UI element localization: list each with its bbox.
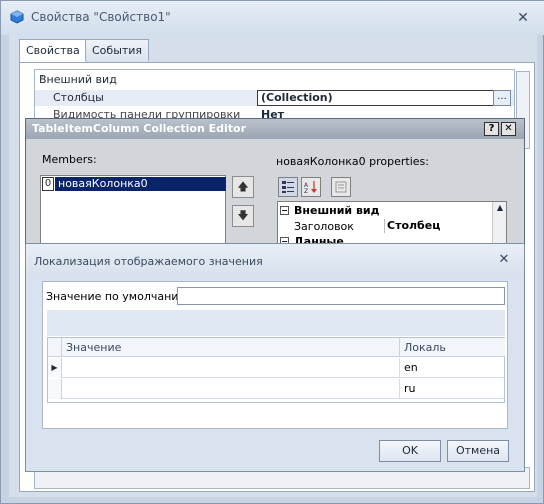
- localization-dialog: Локализация отображаемого значения ✕ Зна…: [25, 243, 525, 472]
- category-row[interactable]: Внешний вид ⌃: [35, 72, 514, 88]
- members-label: Members:: [42, 153, 97, 166]
- cancel-button[interactable]: Отмена: [447, 440, 509, 462]
- categorized-button[interactable]: [278, 177, 298, 197]
- help-button[interactable]: ?: [484, 122, 499, 136]
- locale-cell: en: [404, 361, 418, 374]
- property-pages-icon: [335, 181, 347, 193]
- alphabetical-button[interactable]: A Z: [301, 177, 321, 197]
- row-selector-header: [48, 338, 62, 357]
- collapse-icon[interactable]: −: [280, 206, 289, 215]
- default-value-input[interactable]: [177, 287, 505, 305]
- property-value[interactable]: (Collection): [257, 90, 494, 106]
- list-item[interactable]: 0 новаяКолонка0: [42, 177, 226, 191]
- cube-icon: [10, 10, 24, 24]
- scroll-up-icon[interactable]: ▲: [493, 202, 507, 214]
- column-header-locale[interactable]: Локаль: [400, 338, 505, 357]
- category-label: Внешний вид: [39, 73, 117, 86]
- property-label: Заголовок: [294, 220, 354, 233]
- row-selector: [48, 379, 62, 399]
- svg-text:Z: Z: [304, 188, 308, 194]
- collection-editor-titlebar: TableItemColumn Collection Editor ? ✕: [26, 119, 524, 139]
- properties-label: новаяКолонка0 properties:: [276, 155, 429, 168]
- window-close-button[interactable]: ✕: [515, 10, 531, 26]
- ok-button[interactable]: OK: [379, 440, 441, 462]
- member-index: 0: [42, 177, 54, 191]
- arrow-up-icon: 🡅: [237, 180, 249, 193]
- close-icon[interactable]: ✕: [497, 253, 511, 267]
- value-cell[interactable]: [62, 379, 400, 399]
- localization-titlebar: Локализация отображаемого значения ✕: [26, 244, 524, 278]
- properties-toolbar: A Z: [278, 177, 352, 197]
- close-button[interactable]: ✕: [501, 122, 516, 136]
- property-label: Столбцы: [53, 91, 104, 104]
- property-row-columns[interactable]: Столбцы (Collection) ...: [35, 90, 514, 106]
- sort-alpha-icon: A Z: [304, 181, 317, 195]
- locale-cell: ru: [404, 382, 416, 395]
- localization-table: Значение Локаль ▶ en ru: [47, 337, 505, 403]
- localization-title: Локализация отображаемого значения: [34, 255, 263, 268]
- category-label: Внешний вид: [294, 204, 380, 217]
- default-value-label: Значение по умолчанию:: [46, 290, 192, 303]
- property-row-header[interactable]: Заголовок Столбец: [294, 219, 490, 234]
- window-title: Свойства "Свойство1": [31, 10, 171, 24]
- property-value[interactable]: Столбец: [384, 219, 490, 233]
- chevron-up-icon[interactable]: ⌃: [39, 73, 48, 86]
- table-row[interactable]: ru: [48, 379, 504, 399]
- table-row[interactable]: ▶ en: [48, 358, 504, 378]
- move-down-button[interactable]: 🡇: [232, 205, 254, 227]
- tab-events[interactable]: События: [85, 39, 150, 61]
- arrow-down-icon: 🡇: [237, 209, 249, 222]
- group-panel: [47, 310, 505, 336]
- column-header-value[interactable]: Значение: [62, 338, 400, 357]
- tab-properties[interactable]: Свойства: [19, 39, 87, 63]
- window-titlebar: Свойства "Свойство1" ✕: [1, 1, 544, 35]
- collection-editor-title: TableItemColumn Collection Editor: [32, 122, 247, 135]
- property-pages-button[interactable]: [331, 177, 351, 197]
- member-name[interactable]: новаяКолонка0: [55, 177, 226, 191]
- category-appearance[interactable]: − Внешний вид: [280, 204, 380, 217]
- value-cell[interactable]: [62, 358, 400, 378]
- move-up-button[interactable]: 🡅: [232, 176, 254, 198]
- row-pointer-icon: ▶: [48, 358, 62, 378]
- ellipsis-button[interactable]: ...: [493, 90, 511, 106]
- categorized-icon: [282, 181, 294, 193]
- localization-panel: Значение по умолчанию: Значение Локаль ▶…: [42, 281, 508, 429]
